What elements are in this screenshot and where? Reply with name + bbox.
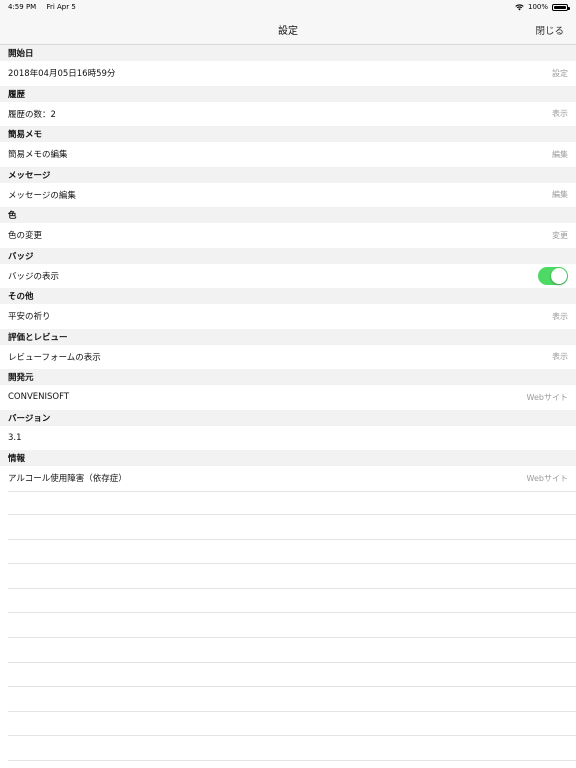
section-header-developer: 開発元 (0, 369, 576, 385)
color-label: 色の変更 (8, 231, 43, 242)
toggle-knob (551, 267, 567, 284)
section-header-history: 履歴 (0, 85, 576, 102)
empty-row (8, 712, 576, 737)
badge-row: バッジの表示 (0, 263, 576, 288)
empty-row (8, 490, 576, 516)
version-row: 3.1 (0, 425, 576, 450)
close-button[interactable]: 閉じる (535, 23, 564, 37)
section-header-other: その他 (0, 288, 576, 304)
history-row[interactable]: 履歴の数：2 表示 (0, 101, 576, 126)
serenity-prayer-show-button[interactable]: 表示 (552, 311, 568, 322)
navigation-bar: 設定 閉じる (0, 14, 576, 45)
start-date-value: 2018年04月05日16時59分 (8, 69, 116, 80)
empty-row (8, 736, 576, 762)
status-left: 4:59 PM Fri Apr 5 (8, 3, 84, 11)
serenity-prayer-label: 平安の祈り (8, 312, 51, 323)
section-header-badge: バッジ (0, 247, 576, 264)
developer-row[interactable]: CONVENISOFT Webサイト (0, 385, 576, 410)
history-show-button[interactable]: 表示 (552, 108, 568, 119)
empty-row (8, 663, 576, 688)
message-edit-button[interactable]: 編集 (552, 189, 568, 200)
color-change-button[interactable]: 変更 (552, 230, 568, 241)
status-bar: 4:59 PM Fri Apr 5 100% (0, 0, 576, 14)
info-website-link[interactable]: Webサイト (527, 473, 568, 484)
memo-label: 簡易メモの編集 (8, 150, 68, 161)
serenity-prayer-row[interactable]: 平安の祈り 表示 (0, 304, 576, 329)
status-right: 100% (515, 3, 570, 11)
memo-edit-button[interactable]: 編集 (552, 149, 568, 160)
section-header-color: 色 (0, 207, 576, 223)
review-row[interactable]: レビューフォームの表示 表示 (0, 344, 576, 369)
section-header-version: バージョン (0, 409, 576, 426)
message-row[interactable]: メッセージの編集 編集 (0, 182, 576, 207)
developer-website-link[interactable]: Webサイト (527, 392, 568, 403)
section-header-message: メッセージ (0, 166, 576, 183)
status-date: Fri Apr 5 (46, 3, 76, 11)
badge-toggle[interactable] (538, 266, 568, 285)
empty-row (8, 564, 576, 589)
battery-icon (552, 3, 570, 11)
info-label: アルコール使用障害（依存症） (8, 474, 127, 485)
message-label: メッセージの編集 (8, 190, 76, 201)
status-time: 4:59 PM (8, 3, 37, 11)
color-row[interactable]: 色の変更 変更 (0, 223, 576, 248)
history-count: 履歴の数：2 (8, 109, 56, 120)
empty-rows (0, 490, 576, 762)
memo-row[interactable]: 簡易メモの編集 編集 (0, 142, 576, 167)
empty-row (8, 687, 576, 712)
version-value: 3.1 (8, 432, 22, 443)
start-date-row[interactable]: 2018年04月05日16時59分 設定 (0, 61, 576, 86)
battery-percent: 100% (527, 3, 548, 11)
wifi-icon (515, 3, 524, 10)
section-header-review: 評価とレビュー (0, 328, 576, 345)
review-show-button[interactable]: 表示 (552, 351, 568, 362)
empty-row (8, 613, 576, 639)
empty-row (8, 515, 576, 540)
empty-row (8, 638, 576, 663)
empty-row (8, 589, 576, 614)
developer-name: CONVENISOFT (8, 392, 70, 403)
section-header-info: 情報 (0, 450, 576, 466)
review-label: レビューフォームの表示 (8, 352, 101, 363)
battery-fill (554, 5, 566, 9)
start-date-set-button[interactable]: 設定 (552, 68, 568, 79)
settings-list: 開始日 2018年04月05日16時59分 設定 履歴 履歴の数：2 表示 簡易… (0, 45, 576, 762)
page-title: 設定 (278, 25, 298, 37)
badge-label: バッジの表示 (8, 271, 60, 282)
section-header-start-date: 開始日 (0, 45, 576, 61)
empty-row (8, 540, 576, 565)
info-row[interactable]: アルコール使用障害（依存症） Webサイト (0, 466, 576, 491)
section-header-memo: 簡易メモ (0, 126, 576, 142)
